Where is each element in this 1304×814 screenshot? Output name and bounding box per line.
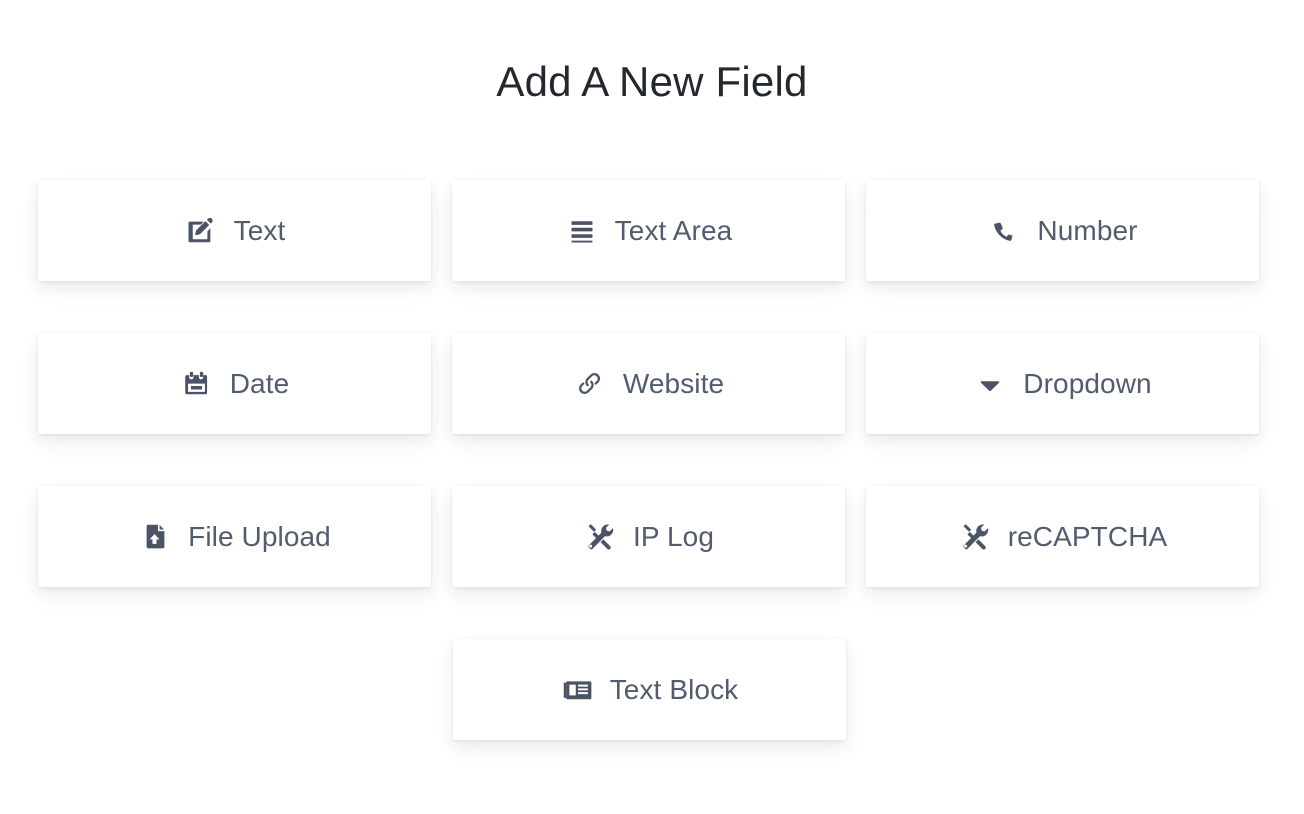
edit-square-pencil-icon	[184, 214, 218, 248]
file-upload-icon	[138, 520, 172, 554]
field-type-grid: Text Text Area Number Date Website Dropd…	[38, 180, 1260, 792]
field-card-text-area[interactable]: Text Area	[452, 180, 845, 281]
card-content: Text Block	[560, 673, 739, 707]
card-content: Number	[987, 214, 1137, 248]
field-card-text[interactable]: Text	[38, 180, 431, 281]
card-content: Dropdown	[973, 367, 1152, 401]
page-title: Add A New Field	[496, 58, 808, 105]
field-card-ip-log[interactable]: IP Log	[452, 486, 845, 587]
field-card-label: Date	[229, 367, 290, 399]
field-card-label: Text Block	[609, 673, 739, 705]
newspaper-icon	[560, 673, 594, 707]
add-field-page: Add A New Field Text Text Area Number Da…	[0, 0, 1304, 814]
card-content: Text	[184, 214, 286, 248]
field-card-label: Text	[233, 214, 286, 246]
field-card-label: File Upload	[188, 520, 331, 552]
field-card-date[interactable]: Date	[38, 333, 431, 434]
field-card-recaptcha[interactable]: reCAPTCHA	[866, 486, 1259, 587]
field-card-text-block[interactable]: Text Block	[452, 639, 846, 740]
card-content: File Upload	[138, 520, 331, 554]
field-row: File Upload IP Log reCAPTCHA	[38, 486, 1260, 587]
tools-screwdriver-wrench-icon	[958, 520, 992, 554]
field-card-file-upload[interactable]: File Upload	[38, 486, 431, 587]
field-card-label: IP Log	[632, 520, 715, 552]
field-row: Text Block	[38, 639, 1260, 740]
field-card-number[interactable]: Number	[866, 180, 1259, 281]
field-card-label: Number	[1037, 214, 1138, 246]
field-row: Date Website Dropdown	[38, 333, 1260, 434]
card-content: IP Log	[583, 520, 714, 554]
caret-down-icon	[973, 367, 1007, 401]
field-card-label: Dropdown	[1023, 367, 1152, 399]
field-card-label: Website	[622, 367, 725, 399]
field-card-website[interactable]: Website	[452, 333, 845, 434]
phone-handset-icon	[987, 214, 1021, 248]
card-content: Website	[573, 367, 724, 401]
tools-screwdriver-wrench-icon	[583, 520, 617, 554]
field-card-label: reCAPTCHA	[1007, 520, 1168, 552]
field-card-label: Text Area	[614, 214, 733, 246]
card-content: Date	[180, 367, 290, 401]
chain-link-icon	[573, 367, 607, 401]
field-row: Text Text Area Number	[38, 180, 1260, 281]
bars-lines-icon	[565, 214, 599, 248]
card-content: Text Area	[565, 214, 733, 248]
field-card-dropdown[interactable]: Dropdown	[866, 333, 1259, 434]
calendar-icon	[180, 367, 214, 401]
card-content: reCAPTCHA	[958, 520, 1168, 554]
